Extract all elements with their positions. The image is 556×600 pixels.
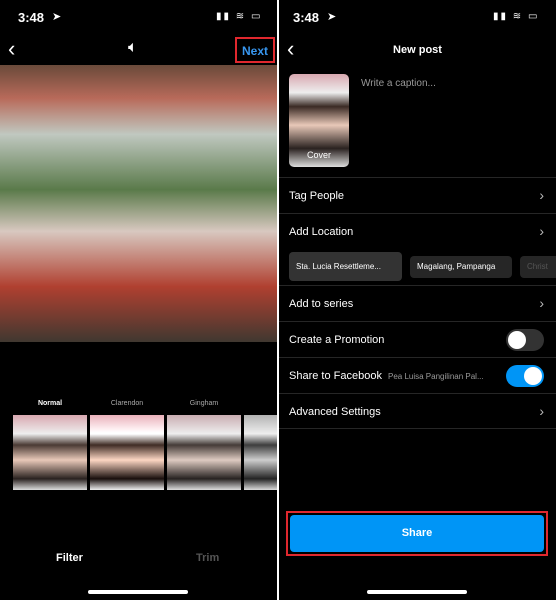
video-preview bbox=[0, 65, 277, 342]
location-chip[interactable]: Magalang, Pampanga bbox=[410, 256, 512, 278]
filter-gingham[interactable]: Gingham bbox=[167, 400, 241, 407]
filter-thumb-clarendon[interactable] bbox=[90, 415, 164, 490]
chevron-right-icon: › bbox=[539, 187, 544, 203]
tab-filter[interactable]: Filter bbox=[56, 552, 83, 564]
facebook-toggle[interactable] bbox=[506, 365, 544, 387]
add-to-series-row[interactable]: Add to series › bbox=[279, 285, 556, 321]
facebook-account: Pea Luisa Pangilinan Pal... bbox=[388, 372, 484, 381]
chevron-right-icon: › bbox=[539, 295, 544, 311]
share-button[interactable]: Share bbox=[290, 515, 544, 552]
new-post-screen: 3:48 ➤ ▮▮ ≋ ▭ ‹ New post Cover Write a c… bbox=[279, 0, 556, 600]
home-indicator bbox=[88, 590, 188, 594]
add-to-series-label: Add to series bbox=[289, 298, 354, 310]
location-chip[interactable]: Christ bbox=[520, 256, 556, 278]
location-arrow-icon: ➤ bbox=[327, 11, 337, 23]
tag-people-row[interactable]: Tag People › bbox=[279, 177, 556, 213]
location-chip[interactable]: Sta. Lucia Resettleme... bbox=[289, 252, 402, 281]
location-arrow-icon: ➤ bbox=[52, 11, 62, 23]
status-icons: ▮▮ ≋ ▭ bbox=[216, 11, 263, 22]
cover-thumbnail[interactable]: Cover bbox=[289, 74, 349, 167]
add-location-label: Add Location bbox=[289, 226, 354, 238]
home-indicator bbox=[367, 590, 467, 594]
add-location-row[interactable]: Add Location › bbox=[279, 213, 556, 249]
status-time: 3:48 bbox=[293, 10, 320, 25]
next-button[interactable]: Next bbox=[235, 37, 275, 63]
share-highlight: Share bbox=[286, 511, 548, 556]
share-facebook-label: Share to Facebook bbox=[289, 370, 382, 382]
filter-thumb-gingham[interactable] bbox=[167, 415, 241, 490]
status-icons: ▮▮ ≋ ▭ bbox=[493, 11, 540, 22]
back-button[interactable]: ‹ bbox=[8, 36, 15, 62]
filter-thumb-next[interactable] bbox=[244, 415, 277, 490]
tab-trim[interactable]: Trim bbox=[196, 552, 219, 564]
filter-normal[interactable]: Normal bbox=[13, 400, 87, 407]
chevron-right-icon: › bbox=[539, 223, 544, 239]
cover-label: Cover bbox=[306, 150, 331, 160]
filter-clarendon[interactable]: Clarendon bbox=[90, 400, 164, 407]
filter-thumb-normal[interactable] bbox=[13, 415, 87, 490]
video-edit-screen: 3:48 ➤ ▮▮ ≋ ▭ ‹ 🔈︎ Next Normal Clarendon… bbox=[0, 0, 277, 600]
advanced-settings-row[interactable]: Advanced Settings › bbox=[279, 393, 556, 429]
tag-people-label: Tag People bbox=[289, 190, 345, 202]
filter-next[interactable]: M bbox=[244, 400, 277, 407]
share-facebook-row: Share to Facebook Pea Luisa Pangilinan P… bbox=[279, 357, 556, 393]
chevron-right-icon: › bbox=[539, 403, 544, 419]
promotion-toggle[interactable] bbox=[506, 329, 544, 351]
page-title: New post bbox=[393, 44, 442, 56]
create-promotion-label: Create a Promotion bbox=[289, 334, 385, 346]
status-time: 3:48 bbox=[18, 10, 45, 25]
create-promotion-row: Create a Promotion bbox=[279, 321, 556, 357]
speaker-icon[interactable]: 🔈︎ bbox=[128, 39, 138, 57]
advanced-settings-label: Advanced Settings bbox=[289, 406, 381, 418]
caption-input[interactable]: Write a caption... bbox=[361, 78, 436, 89]
